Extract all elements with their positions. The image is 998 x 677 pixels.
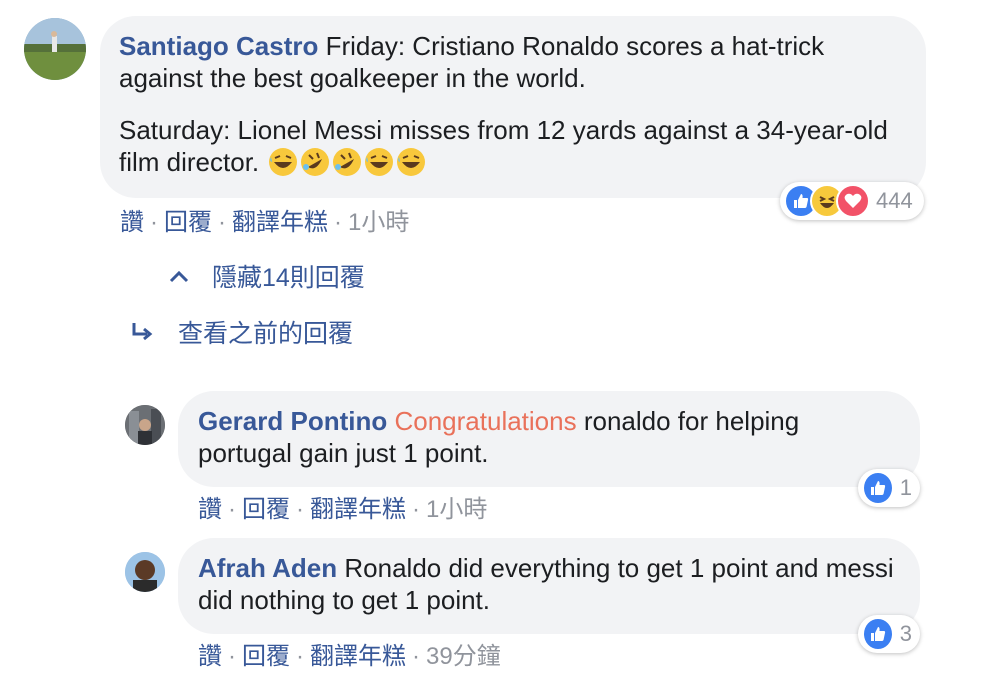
grinning-sweat-emoji-icon xyxy=(365,148,394,176)
like-link[interactable]: 讚 xyxy=(120,209,144,236)
chevron-up-icon xyxy=(169,270,189,283)
reply-author[interactable]: Afrah Aden xyxy=(198,553,337,583)
separator-dot: · xyxy=(150,209,158,236)
separator-dot: · xyxy=(228,643,236,670)
reply-reactions[interactable]: 1 xyxy=(858,469,920,507)
comment-line1: Santiago Castro Friday: Cristiano Ronald… xyxy=(119,30,906,94)
rofl-emoji-icon xyxy=(301,148,330,176)
avatar-image xyxy=(24,18,86,80)
like-reaction-icon xyxy=(862,471,894,505)
reply-arrow-icon xyxy=(132,323,153,341)
reaction-count: 3 xyxy=(899,621,912,646)
grinning-sweat-emoji-icon xyxy=(397,148,426,176)
like-link[interactable]: 讚 xyxy=(198,496,222,523)
comment-reactions[interactable]: 444 xyxy=(780,182,924,220)
translate-link[interactable]: 翻譯年糕 xyxy=(232,209,328,236)
avatar-image xyxy=(125,405,165,445)
view-previous-label: 查看之前的回覆 xyxy=(178,320,354,348)
avatar-image xyxy=(125,552,165,592)
reply-bubble: Afrah Aden Ronaldo did everything to get… xyxy=(178,538,920,634)
translate-link[interactable]: 翻譯年糕 xyxy=(310,496,406,523)
avatar-gerard-pontino[interactable] xyxy=(125,405,165,445)
grinning-sweat-emoji-icon xyxy=(269,148,298,176)
view-previous-replies-link[interactable]: 查看之前的回覆 xyxy=(130,314,353,350)
comment-text-2: Saturday: Lionel Messi misses from 12 ya… xyxy=(119,115,888,177)
comment-actions: 讚 · 回覆 · 翻譯年糕 · 1小時 xyxy=(120,202,409,237)
reaction-count: 1 xyxy=(899,475,912,500)
translate-link[interactable]: 翻譯年糕 xyxy=(310,643,406,670)
rofl-emoji-icon xyxy=(333,148,362,176)
separator-dot: · xyxy=(412,496,420,523)
avatar-santiago-castro[interactable] xyxy=(24,18,86,80)
reply-reactions[interactable]: 3 xyxy=(858,615,920,653)
separator-dot: · xyxy=(334,209,342,236)
comment-timestamp[interactable]: 1小時 xyxy=(348,209,409,236)
avatar-afrah-aden[interactable] xyxy=(125,552,165,592)
separator-dot: · xyxy=(296,496,304,523)
comment-line2: Saturday: Lionel Messi misses from 12 ya… xyxy=(119,114,906,178)
separator-dot: · xyxy=(296,643,304,670)
love-reaction-icon xyxy=(836,184,870,218)
reply-actions: 讚 · 回覆 · 翻譯年糕 · 39分鐘 xyxy=(198,636,501,671)
like-link[interactable]: 讚 xyxy=(198,643,222,670)
reply-mention[interactable]: Congratulations xyxy=(394,406,576,436)
hide-replies-link[interactable]: 隱藏14則回覆 xyxy=(168,258,365,294)
reaction-count: 444 xyxy=(876,188,913,213)
reply-author[interactable]: Gerard Pontino xyxy=(198,406,387,436)
reply-text-line: Afrah Aden Ronaldo did everything to get… xyxy=(198,552,900,616)
comment-bubble: Santiago Castro Friday: Cristiano Ronald… xyxy=(100,16,926,198)
like-reaction-icon xyxy=(862,617,894,651)
reply-actions: 讚 · 回覆 · 翻譯年糕 · 1小時 xyxy=(198,489,487,524)
comment-author[interactable]: Santiago Castro xyxy=(119,31,318,61)
reply-bubble: Gerard Pontino Congratulations ronaldo f… xyxy=(178,391,920,487)
separator-dot: · xyxy=(218,209,226,236)
separator-dot: · xyxy=(228,496,236,523)
reply-timestamp[interactable]: 39分鐘 xyxy=(426,643,501,670)
reply-link[interactable]: 回覆 xyxy=(242,643,290,670)
separator-dot: · xyxy=(412,643,420,670)
hide-replies-label: 隱藏14則回覆 xyxy=(212,264,365,292)
reply-link[interactable]: 回覆 xyxy=(164,209,212,236)
reply-timestamp[interactable]: 1小時 xyxy=(426,496,487,523)
reply-link[interactable]: 回覆 xyxy=(242,496,290,523)
reply-text-line: Gerard Pontino Congratulations ronaldo f… xyxy=(198,405,900,469)
